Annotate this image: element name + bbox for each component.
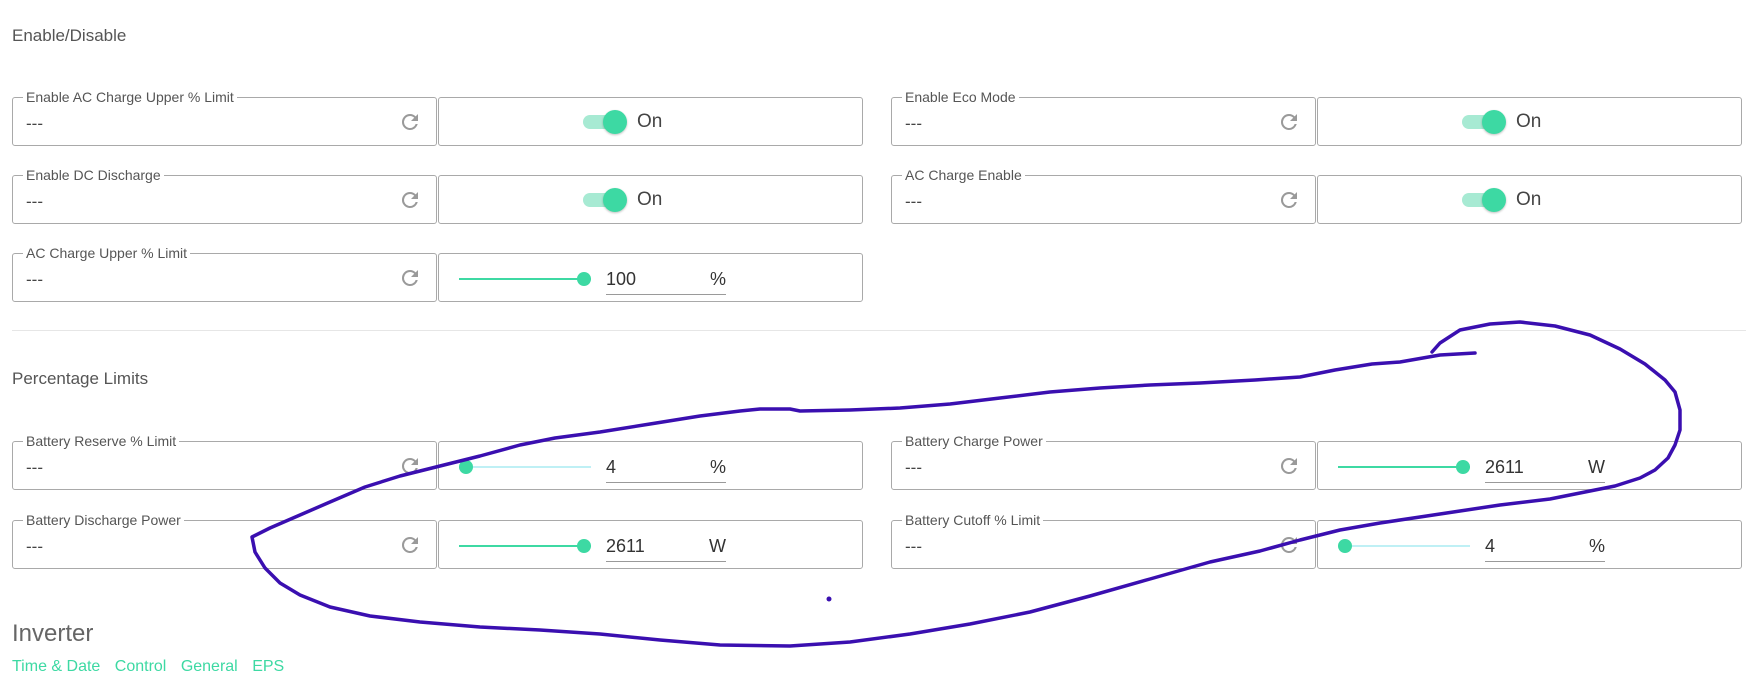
field-label: AC Charge Enable [902, 167, 1025, 183]
ac-charge-upper-enable-control: On [438, 97, 863, 146]
unit-label: W [709, 536, 726, 556]
inverter-tabs: Time & Date Control General EPS [12, 658, 294, 676]
inverter-title: Inverter [12, 620, 94, 647]
toggle-state-label: On [1516, 111, 1542, 132]
number-input[interactable] [1485, 454, 1575, 480]
annotation-dot [826, 596, 832, 602]
eco-mode-control: On [1317, 97, 1742, 146]
ac-charge-enable-field: AC Charge Enable --- [891, 167, 1316, 224]
battery-cutoff-control: % [1317, 520, 1742, 569]
toggle-state-label: On [637, 189, 663, 210]
unit-label: % [709, 269, 726, 289]
field-value: --- [905, 114, 922, 133]
toggle-state-label: On [1516, 189, 1542, 210]
slider-thumb[interactable] [1456, 460, 1470, 474]
refresh-icon[interactable] [1277, 533, 1301, 557]
battery-discharge-power-input[interactable]: W [606, 533, 726, 562]
field-label: Enable AC Charge Upper % Limit [23, 89, 237, 105]
battery-reserve-field: Battery Reserve % Limit --- [12, 433, 437, 490]
field-label: Enable DC Discharge [23, 167, 164, 183]
field-label: AC Charge Upper % Limit [23, 245, 191, 261]
section-title-percentage-limits: Percentage Limits [12, 369, 149, 388]
tab-time-date[interactable]: Time & Date [12, 658, 100, 675]
unit-label: % [709, 457, 726, 477]
field-value: --- [905, 458, 922, 477]
slider-thumb[interactable] [577, 539, 591, 553]
field-value: --- [905, 537, 922, 556]
field-label: Battery Charge Power [902, 433, 1046, 449]
field-label: Battery Cutoff % Limit [902, 512, 1044, 528]
refresh-icon[interactable] [1277, 188, 1301, 212]
section-divider [12, 330, 1746, 331]
battery-charge-power-slider[interactable] [1338, 460, 1470, 474]
battery-reserve-control: % [438, 441, 863, 490]
battery-charge-power-field: Battery Charge Power --- [891, 433, 1316, 490]
battery-charge-power-control: W [1317, 441, 1742, 490]
battery-cutoff-field: Battery Cutoff % Limit --- [891, 512, 1316, 569]
tab-general[interactable]: General [181, 658, 238, 675]
refresh-icon[interactable] [398, 533, 422, 557]
number-input[interactable] [606, 266, 696, 292]
battery-cutoff-input[interactable]: % [1485, 533, 1605, 562]
slider-thumb[interactable] [459, 460, 473, 474]
field-label: Battery Discharge Power [23, 512, 184, 528]
dc-discharge-field: Enable DC Discharge --- [12, 167, 437, 224]
field-label: Enable Eco Mode [902, 89, 1019, 105]
slider-rail [459, 466, 591, 468]
refresh-icon[interactable] [398, 266, 422, 290]
field-value: --- [26, 458, 43, 477]
slider-thumb[interactable] [1338, 539, 1352, 553]
field-value: --- [26, 114, 43, 133]
number-input[interactable] [606, 454, 696, 480]
dc-discharge-toggle[interactable] [581, 188, 627, 212]
slider-rail [1338, 545, 1470, 547]
slider-thumb[interactable] [577, 272, 591, 286]
eco-mode-field: Enable Eco Mode --- [891, 89, 1316, 146]
number-input[interactable] [1485, 533, 1575, 559]
ac-charge-enable-control: On [1317, 175, 1742, 224]
toggle-state-label: On [637, 111, 663, 132]
tab-eps[interactable]: EPS [252, 658, 284, 675]
battery-reserve-input[interactable]: % [606, 454, 726, 483]
slider-rail [459, 278, 591, 280]
tab-control[interactable]: Control [115, 658, 167, 675]
ac-charge-enable-toggle[interactable] [1460, 188, 1506, 212]
battery-discharge-power-control: W [438, 520, 863, 569]
refresh-icon[interactable] [398, 454, 422, 478]
refresh-icon[interactable] [398, 188, 422, 212]
ac-charge-upper-control: % [438, 253, 863, 302]
slider-rail [1338, 466, 1470, 468]
ac-charge-upper-field: AC Charge Upper % Limit --- [12, 245, 437, 302]
refresh-icon[interactable] [1277, 110, 1301, 134]
toggle-knob [603, 110, 627, 134]
battery-discharge-power-slider[interactable] [459, 539, 591, 553]
refresh-icon[interactable] [398, 110, 422, 134]
field-value: --- [26, 192, 43, 211]
battery-charge-power-input[interactable]: W [1485, 454, 1605, 483]
section-title-enable-disable: Enable/Disable [12, 26, 127, 45]
battery-cutoff-slider[interactable] [1338, 539, 1470, 553]
field-value: --- [905, 192, 922, 211]
ac-charge-upper-enable-toggle[interactable] [581, 110, 627, 134]
ac-charge-upper-slider[interactable] [459, 272, 591, 286]
dc-discharge-control: On [438, 175, 863, 224]
toggle-knob [1482, 110, 1506, 134]
slider-rail [459, 545, 591, 547]
refresh-icon[interactable] [1277, 454, 1301, 478]
ac-charge-upper-input[interactable]: % [606, 266, 726, 295]
unit-label: W [1588, 457, 1605, 477]
ac-charge-upper-enable-field: Enable AC Charge Upper % Limit --- [12, 89, 437, 146]
toggle-knob [1482, 188, 1506, 212]
field-label: Battery Reserve % Limit [23, 433, 180, 449]
battery-discharge-power-field: Battery Discharge Power --- [12, 512, 437, 569]
field-value: --- [26, 537, 43, 556]
unit-label: % [1588, 536, 1605, 556]
field-value: --- [26, 270, 43, 289]
toggle-knob [603, 188, 627, 212]
battery-reserve-slider[interactable] [459, 460, 591, 474]
eco-mode-toggle[interactable] [1460, 110, 1506, 134]
number-input[interactable] [606, 533, 696, 559]
